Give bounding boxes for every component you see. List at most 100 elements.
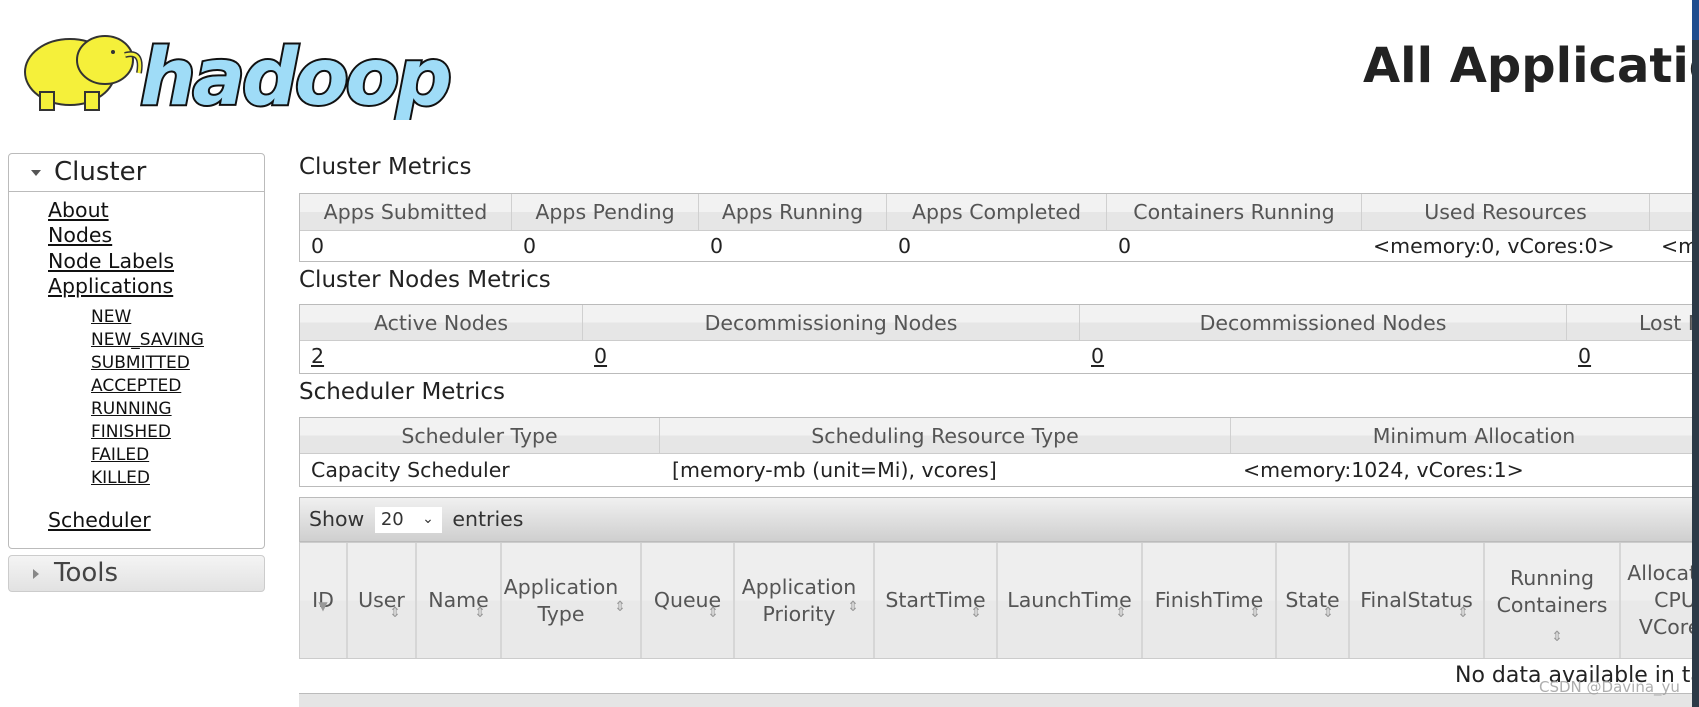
sort-icon: ⇕ (614, 599, 626, 615)
caret-down-icon (31, 170, 41, 176)
sidebar-link-node-labels[interactable]: Node Labels (48, 249, 174, 273)
cluster-nodes-metrics-title: Cluster Nodes Metrics (299, 267, 551, 293)
column-header-user[interactable]: User ⇕ (348, 543, 417, 658)
sidebar-link-about[interactable]: About (48, 198, 109, 222)
column-header-starttime[interactable]: StartTime ⇕ (875, 543, 998, 658)
sidebar-link-finished[interactable]: FINISHED (91, 422, 171, 442)
table-header: Apps Submitted Apps Pending Apps Running… (300, 194, 1692, 231)
adjacent-window-edge (1692, 0, 1699, 707)
containers-running-value: 0 (1118, 234, 1132, 258)
column-header (1650, 194, 1692, 230)
apps-submitted-value: 0 (311, 234, 325, 258)
sidebar-cluster-label: Cluster (54, 157, 147, 187)
column-header-state[interactable]: State ⇕ (1277, 543, 1350, 658)
sort-icon: ⇕ (1249, 605, 1261, 621)
column-header-id[interactable]: ID ▼ (300, 543, 348, 658)
scheduling-resource-type-value: [memory-mb (unit=Mi), vcores] (672, 458, 997, 482)
column-header: Active Nodes (300, 305, 583, 340)
column-label: FinishTime (1154, 588, 1264, 612)
column-header-application-type[interactable]: Application Type ⇕ (502, 543, 642, 658)
sidebar-link-submitted[interactable]: SUBMITTED (91, 353, 190, 373)
applications-table-header: ID ▼ User ⇕ Name ⇕ Application Type ⇕ Queue ⇕… (299, 542, 1692, 659)
sidebar-cluster-toggle[interactable]: Cluster (9, 154, 264, 192)
column-header: Decommissioning Nodes (583, 305, 1080, 340)
sidebar-link-nodes[interactable]: Nodes (48, 223, 112, 247)
sidebar-link-accepted[interactable]: ACCEPTED (91, 376, 181, 396)
column-header: Apps Pending (512, 194, 699, 230)
sidebar-tools-toggle[interactable]: Tools (8, 555, 265, 592)
hadoop-logo[interactable]: hadoop (10, 20, 460, 120)
column-header: Apps Running (699, 194, 887, 230)
table-header: Active Nodes Decommissioning Nodes Decom… (300, 305, 1692, 341)
apps-running-value: 0 (710, 234, 724, 258)
minimum-allocation-value: <memory:1024, vCores:1> (1243, 458, 1524, 482)
sidebar-link-running[interactable]: RUNNING (91, 399, 172, 419)
sort-desc-icon: ▼ (318, 599, 328, 613)
scheduler-metrics-title: Scheduler Metrics (299, 379, 505, 405)
apps-completed-value: 0 (898, 234, 912, 258)
column-header: Scheduling Resource Type (660, 418, 1231, 453)
lost-nodes-link[interactable]: 0 (1578, 344, 1591, 368)
column-header: Scheduler Type (300, 418, 660, 453)
page-title: All Applications (1363, 38, 1692, 94)
column-header: Apps Submitted (300, 194, 512, 230)
table-header: Scheduler Type Scheduling Resource Type … (300, 418, 1692, 454)
sort-icon: ⇕ (1551, 629, 1563, 645)
sort-icon: ⇕ (474, 605, 486, 621)
entries-value: 20 (380, 509, 404, 530)
column-header: Containers Running (1107, 194, 1362, 230)
sidebar-tools-label: Tools (54, 558, 119, 588)
sort-icon: ⇕ (389, 605, 401, 621)
sidebar-link-new-saving[interactable]: NEW_SAVING (91, 330, 204, 350)
entries-toolbar: Show 20 ⌄ entries (299, 497, 1692, 542)
sort-icon: ⇕ (847, 599, 859, 615)
column-header-finishtime[interactable]: FinishTime ⇕ (1143, 543, 1277, 658)
chevron-down-icon: ⌄ (422, 511, 434, 527)
sidebar-link-new[interactable]: NEW (91, 307, 131, 327)
column-header-running-containers[interactable]: Running Containers ⇕ (1485, 543, 1621, 658)
sidebar-cluster-panel: Cluster About Nodes Node Labels Applicat… (8, 153, 265, 549)
column-header-queue[interactable]: Queue ⇕ (642, 543, 735, 658)
apps-pending-value: 0 (523, 234, 537, 258)
used-resources-value: <memory:0, vCores:0> (1373, 234, 1615, 258)
column-label: LaunchTime (1007, 588, 1132, 612)
cluster-nodes-metrics-table: Active Nodes Decommissioning Nodes Decom… (299, 304, 1692, 374)
column-label: FinalStatus (1360, 588, 1473, 612)
sidebar-link-applications[interactable]: Applications (48, 274, 173, 298)
sort-icon: ⇕ (707, 605, 719, 621)
scheduler-metrics-table: Scheduler Type Scheduling Resource Type … (299, 417, 1692, 487)
column-header: Apps Completed (887, 194, 1107, 230)
sidebar-link-scheduler[interactable]: Scheduler (48, 508, 151, 532)
table-footer (299, 693, 1692, 707)
decommissioning-nodes-link[interactable]: 0 (594, 344, 607, 368)
column-header-application-priority[interactable]: Application Priority ⇕ (735, 543, 875, 658)
column-header: Lost N (1567, 305, 1692, 340)
watermark: CSDN @Davina_yu (1539, 678, 1680, 696)
column-label: Application Priority (741, 574, 857, 626)
sidebar-link-killed[interactable]: KILLED (91, 468, 150, 488)
column-header: Used Resources (1362, 194, 1650, 230)
entries-select[interactable]: 20 ⌄ (374, 507, 442, 533)
column-label: Allocated CPU VCores (1627, 561, 1692, 639)
scheduler-type-value: Capacity Scheduler (311, 458, 510, 482)
column-header: Decommissioned Nodes (1080, 305, 1567, 340)
sort-icon: ⇕ (970, 605, 982, 621)
column-label: Application Type (503, 574, 619, 626)
cluster-metrics-table: Apps Submitted Apps Pending Apps Running… (299, 193, 1692, 262)
caret-right-icon (33, 569, 39, 579)
column-header-finalstatus[interactable]: FinalStatus ⇕ (1350, 543, 1485, 658)
column-header: Minimum Allocation (1231, 418, 1692, 453)
column-header-allocated-cpu-vcores[interactable]: Allocated CPU VCores (1621, 543, 1692, 658)
decommissioned-nodes-link[interactable]: 0 (1091, 344, 1104, 368)
sort-icon: ⇕ (1457, 605, 1469, 621)
column-header-name[interactable]: Name ⇕ (417, 543, 502, 658)
column-label: Running Containers (1496, 565, 1608, 617)
sidebar-link-failed[interactable]: FAILED (91, 445, 149, 465)
entries-label: entries (452, 507, 524, 531)
column-header-launchtime[interactable]: LaunchTime ⇕ (998, 543, 1143, 658)
active-nodes-link[interactable]: 2 (311, 344, 324, 368)
svg-text:hadoop: hadoop (140, 33, 449, 120)
page: hadoop All Applications Cluster About No… (0, 0, 1692, 707)
cluster-metrics-title: Cluster Metrics (299, 154, 472, 180)
sort-icon: ⇕ (1322, 605, 1334, 621)
